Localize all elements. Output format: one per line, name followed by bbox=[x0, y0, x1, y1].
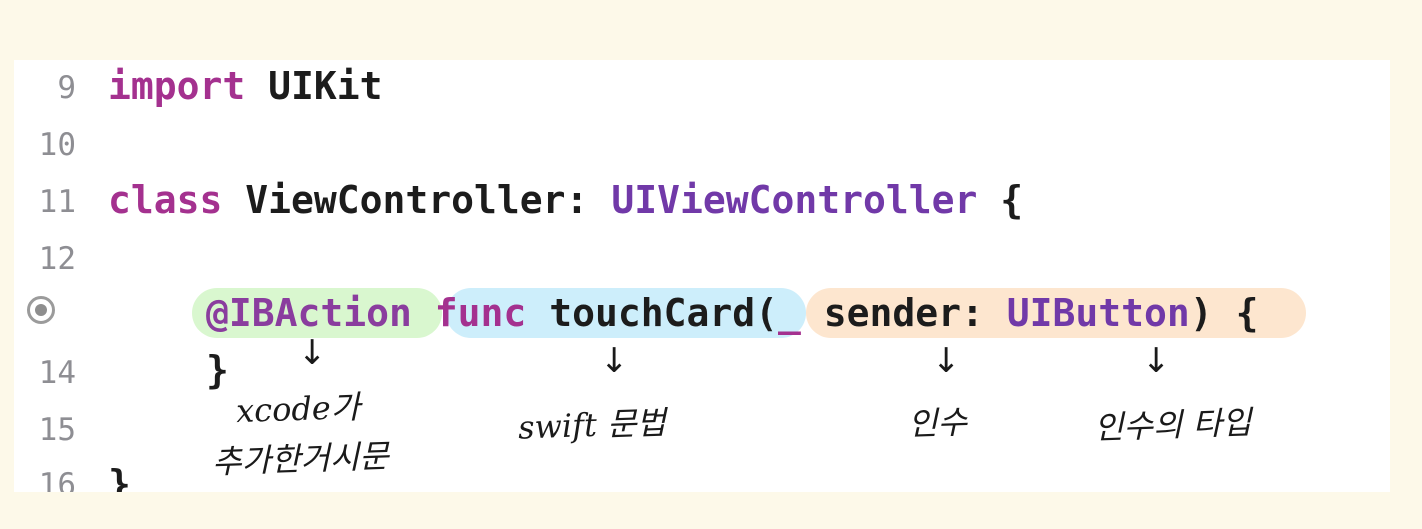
module-name: UIKit bbox=[245, 64, 383, 108]
code-line-11[interactable]: class ViewController: UIViewController { bbox=[108, 178, 1023, 222]
line-number: 16 bbox=[38, 467, 76, 492]
superclass-type: UIViewController bbox=[611, 178, 978, 222]
arrow-down-icon: ↓ bbox=[1142, 341, 1171, 381]
line-number: 11 bbox=[38, 184, 76, 220]
annotation-arg: 인수 bbox=[907, 402, 968, 444]
annotation-xcode-line1: xcode가 bbox=[235, 387, 361, 431]
keyword-func: func bbox=[434, 291, 527, 335]
open-brace: { bbox=[977, 178, 1024, 222]
annotation-arg-type: 인수의 타입 bbox=[1093, 403, 1253, 447]
annotation-xcode-line2: 추가한거시문 bbox=[211, 436, 390, 482]
ibaction-attribute: @IBAction bbox=[206, 291, 412, 335]
line-number: 10 bbox=[38, 127, 76, 163]
line-number: 15 bbox=[38, 412, 76, 448]
code-line-16[interactable]: } bbox=[108, 462, 131, 492]
code-line-9[interactable]: import UIKit bbox=[108, 64, 383, 108]
code-line-14[interactable]: } bbox=[206, 348, 229, 392]
arrow-down-icon: ↓ bbox=[932, 341, 961, 381]
class-name: ViewController: bbox=[222, 178, 612, 222]
parameter-type: UIButton bbox=[1006, 291, 1190, 335]
line-number: 9 bbox=[57, 70, 76, 106]
line-number: 14 bbox=[38, 355, 76, 391]
line-number: 12 bbox=[38, 241, 76, 277]
breakpoint-indicator-icon[interactable] bbox=[27, 296, 55, 324]
underscore-label: _ bbox=[777, 291, 801, 335]
annotation-swift: swift 문법 bbox=[517, 403, 667, 447]
close-paren-brace: ) { bbox=[1189, 291, 1259, 335]
arrow-down-icon: ↓ bbox=[600, 341, 629, 381]
keyword-class: class bbox=[108, 178, 223, 222]
function-name: touchCard( bbox=[526, 291, 778, 335]
parameter-name: sender: bbox=[800, 291, 1007, 335]
arrow-down-icon: ↓ bbox=[298, 333, 327, 373]
keyword-import: import bbox=[108, 64, 246, 108]
code-line-13[interactable]: @IBAction func touchCard(_ sender: UIBut… bbox=[206, 291, 1258, 335]
